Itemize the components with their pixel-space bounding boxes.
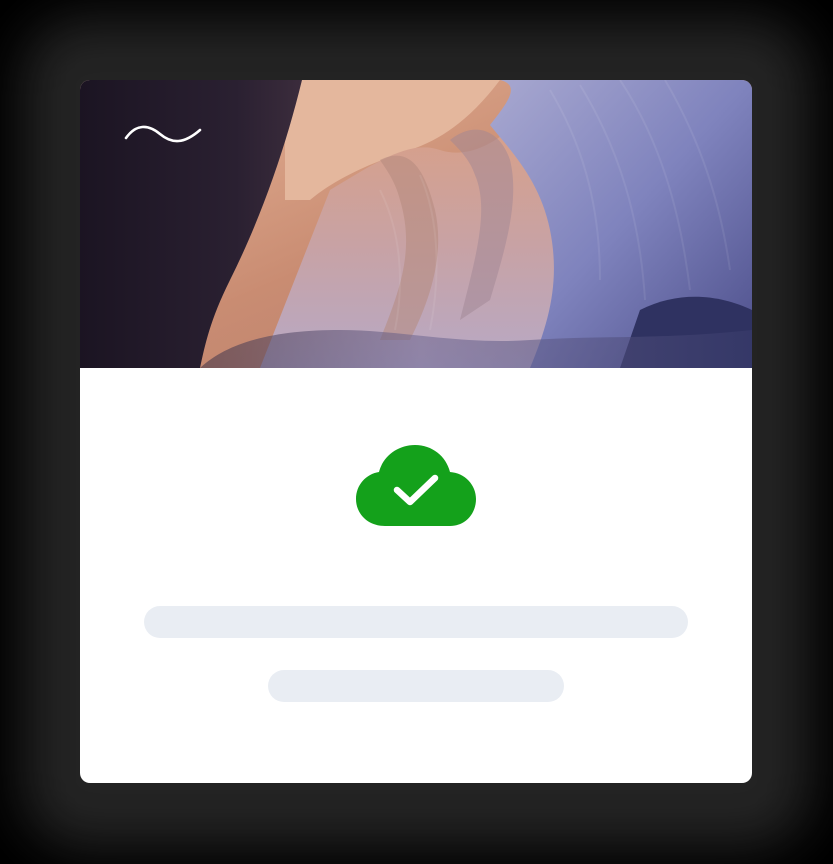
placeholder-line: [144, 606, 688, 638]
screen: [0, 0, 833, 864]
wave-logo-icon: [124, 125, 202, 143]
hero-image: [80, 80, 752, 368]
upload-success-card: [80, 80, 752, 783]
cloud-check-icon: [356, 445, 476, 526]
placeholder-line: [268, 670, 564, 702]
